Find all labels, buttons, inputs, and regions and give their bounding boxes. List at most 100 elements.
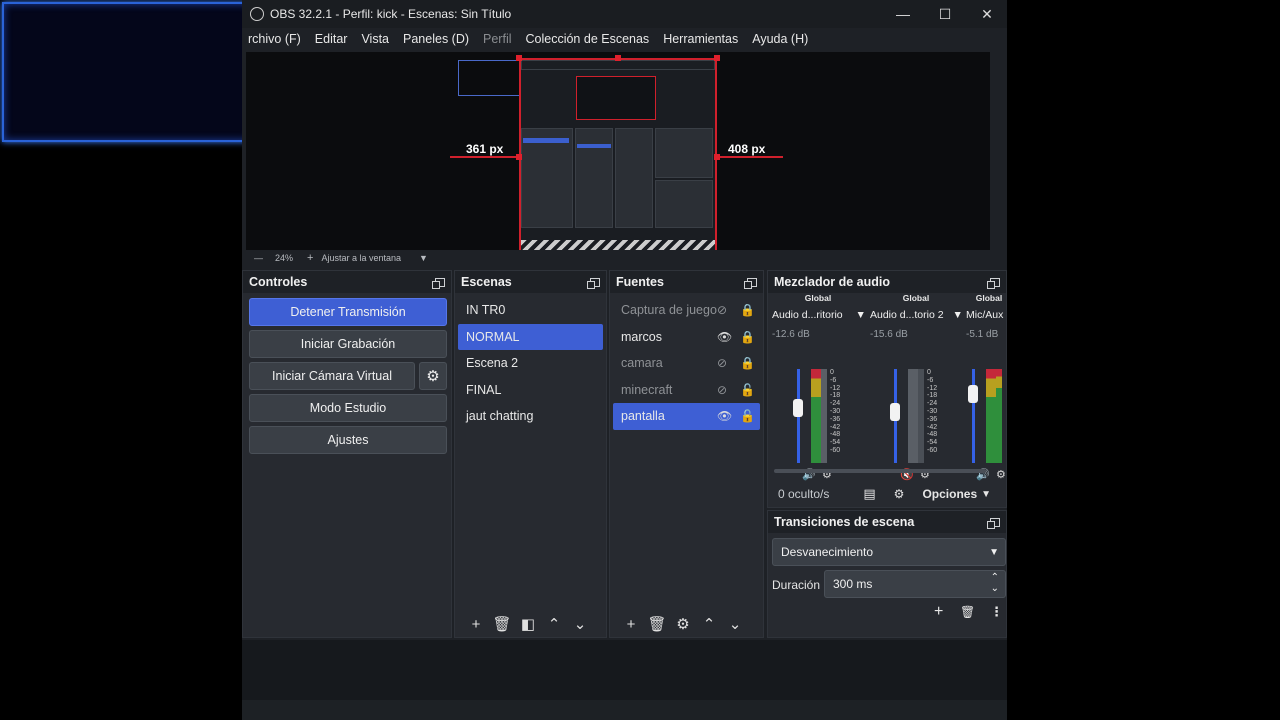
transition-type-select[interactable]: Desvanecimiento ▼: [772, 538, 1006, 566]
zoom-out-button[interactable]: —: [254, 253, 263, 263]
move-up-icon[interactable]: ⌃: [541, 615, 567, 633]
sources-dock: Fuentes Captura de juego ⊘ 🔒 marcos 👁 🔒 …: [609, 270, 764, 638]
maximize-button[interactable]: ☐: [924, 0, 966, 28]
lock-icon[interactable]: 🔒: [740, 330, 755, 344]
menu-herramientas[interactable]: Herramientas: [656, 32, 745, 46]
channel-name-row[interactable]: Audio d...ritorio ▼: [772, 309, 868, 321]
source-name: minecraft: [621, 382, 673, 397]
virtual-camera-gear-icon[interactable]: ⚙: [419, 362, 447, 390]
source-item-selected[interactable]: pantalla 👁 🔓: [613, 403, 760, 430]
source-item[interactable]: marcos 👁 🔒: [613, 324, 760, 351]
channel-name-row[interactable]: Audio d...torio 2 ▼: [870, 309, 966, 321]
duration-value: 300 ms: [833, 577, 873, 591]
more-options-icon[interactable]: ⋮: [990, 604, 1003, 620]
scene-item[interactable]: jaut chatting: [458, 403, 603, 430]
zoom-fit-label: Ajustar a la ventana: [321, 253, 402, 263]
remove-transition-icon[interactable]: 🗑: [960, 605, 975, 619]
mixer-footer: 0 oculto/s ▤ ⚙ Opciones ▼: [768, 481, 1007, 507]
scene-item[interactable]: Escena 2: [458, 350, 603, 377]
right-distance-line: [719, 156, 783, 158]
lock-icon[interactable]: 🔒: [740, 303, 755, 317]
scenes-dock-title: Escenas: [455, 271, 606, 293]
volume-fader-handle[interactable]: [890, 403, 900, 421]
channel-tag: Global: [804, 293, 832, 303]
eye-icon[interactable]: 👁: [717, 409, 732, 423]
mixer-horizontal-scrollbar[interactable]: [774, 469, 986, 473]
move-down-icon[interactable]: ⌄: [722, 615, 748, 633]
eye-hidden-icon[interactable]: ⊘: [717, 303, 727, 317]
spin-up-icon[interactable]: ⌃: [991, 572, 999, 583]
eye-hidden-icon[interactable]: ⊘: [717, 356, 727, 370]
menu-perfil[interactable]: Perfil: [476, 32, 518, 46]
source-properties-gear-icon[interactable]: ⚙: [670, 615, 696, 633]
channel-db: -5.1 dB: [966, 329, 999, 340]
remove-scene-icon[interactable]: 🗑: [489, 615, 515, 633]
move-up-icon[interactable]: ⌃: [696, 615, 722, 633]
eye-icon[interactable]: 👁: [717, 330, 732, 344]
volume-fader-track[interactable]: [972, 369, 975, 463]
undock-icon[interactable]: [744, 277, 757, 289]
virtual-camera-button[interactable]: Iniciar Cámara Virtual: [249, 362, 415, 390]
menu-vista[interactable]: Vista: [354, 32, 396, 46]
unlock-icon[interactable]: 🔓: [740, 383, 755, 397]
unlock-icon[interactable]: 🔓: [740, 409, 755, 423]
volume-fader-handle[interactable]: [968, 385, 978, 403]
mixer-dock-title: Mezclador de audio: [768, 271, 1006, 293]
eye-hidden-icon[interactable]: ⊘: [717, 383, 727, 397]
scene-item[interactable]: IN TR0: [458, 297, 603, 324]
channel-name-row[interactable]: Mic/Aux: [966, 309, 1007, 321]
source-name: pantalla: [621, 409, 665, 424]
undock-icon[interactable]: [587, 277, 600, 289]
undock-icon[interactable]: [432, 277, 445, 289]
channel-menu-arrow-icon[interactable]: ▼: [952, 309, 962, 321]
move-down-icon[interactable]: ⌄: [567, 615, 593, 633]
scene-item[interactable]: FINAL: [458, 377, 603, 404]
menu-editar[interactable]: Editar: [308, 32, 355, 46]
title-bar: OBS 32.2.1 - Perfil: kick - Escenas: Sin…: [242, 0, 1007, 28]
hidden-count: 0 oculto/s: [778, 487, 830, 501]
scenes-toolbar: + 🗑 ◧ ⌃ ⌄: [455, 611, 606, 637]
options-dropdown-icon[interactable]: ▼: [981, 489, 991, 500]
channel-name: Audio d...torio 2: [870, 309, 944, 321]
channel-menu-arrow-icon[interactable]: ▼: [856, 309, 866, 321]
source-name: Captura de juego: [621, 303, 717, 318]
add-source-icon[interactable]: +: [618, 616, 644, 633]
undock-icon[interactable]: [987, 517, 1000, 529]
zoom-in-button[interactable]: +: [307, 252, 313, 264]
close-button[interactable]: ✕: [966, 0, 1007, 28]
start-recording-button[interactable]: Iniciar Grabación: [249, 330, 447, 358]
channel-name: Mic/Aux: [966, 309, 1004, 321]
source-item[interactable]: Captura de juego ⊘ 🔒: [613, 297, 760, 324]
duration-spinbox[interactable]: 300 ms ⌃ ⌄: [824, 570, 1006, 598]
source-item[interactable]: minecraft ⊘ 🔓: [613, 377, 760, 404]
studio-mode-button[interactable]: Modo Estudio: [249, 394, 447, 422]
menu-coleccion-escenas[interactable]: Colección de Escenas: [519, 32, 657, 46]
stop-stream-button[interactable]: Detener Transmisión: [249, 298, 447, 326]
volume-fader-handle[interactable]: [793, 399, 803, 417]
lock-icon[interactable]: 🔒: [740, 356, 755, 370]
mixer-channel: Global Mic/Aux -5.1 dB 🔊 ⚙: [966, 293, 1007, 481]
scene-filters-icon[interactable]: ◧: [515, 615, 541, 633]
preview-canvas[interactable]: 361 px 408 px: [246, 52, 990, 250]
layout-toggle-icon[interactable]: ▤: [863, 486, 875, 502]
advanced-audio-gear-icon[interactable]: ⚙: [894, 487, 905, 501]
selected-source-pantalla[interactable]: [519, 58, 717, 250]
preview-ghost-source: [458, 60, 522, 96]
menu-archivo[interactable]: rchivo (F): [242, 32, 308, 46]
channel-tag: Global: [902, 293, 930, 303]
settings-button[interactable]: Ajustes: [249, 426, 447, 454]
undock-icon[interactable]: [987, 277, 1000, 289]
menu-paneles[interactable]: Paneles (D): [396, 32, 476, 46]
zoom-dropdown-icon[interactable]: ▼: [419, 253, 428, 263]
channel-gear-icon[interactable]: ⚙: [996, 468, 1006, 481]
add-scene-icon[interactable]: +: [463, 616, 489, 633]
source-item[interactable]: camara ⊘ 🔒: [613, 350, 760, 377]
audio-mixer-dock: Mezclador de audio Global Audio d...rito…: [767, 270, 1007, 508]
minimize-button[interactable]: —: [882, 0, 924, 28]
scene-item-selected[interactable]: NORMAL: [458, 323, 603, 350]
remove-source-icon[interactable]: 🗑: [644, 615, 670, 633]
spin-down-icon[interactable]: ⌄: [991, 583, 999, 594]
add-transition-icon[interactable]: +: [934, 603, 943, 621]
mixer-options-button[interactable]: Opciones: [922, 487, 977, 501]
menu-ayuda[interactable]: Ayuda (H): [745, 32, 815, 46]
